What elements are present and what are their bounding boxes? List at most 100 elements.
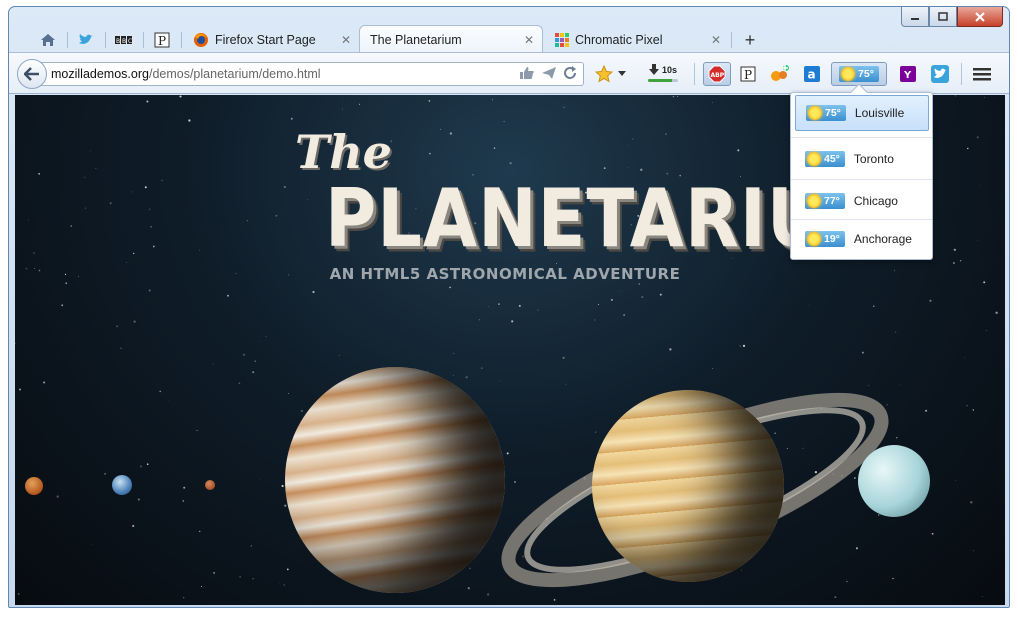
star <box>985 330 987 331</box>
back-button[interactable] <box>17 59 47 89</box>
minimize-icon <box>911 17 919 20</box>
pinned-tab-bbc[interactable]: BBC <box>107 27 141 53</box>
svg-text:ABP: ABP <box>711 72 725 79</box>
star <box>979 185 981 187</box>
star <box>553 599 556 601</box>
star <box>610 298 613 301</box>
new-tab-button[interactable]: + <box>733 27 767 53</box>
download-progress-fill <box>648 79 672 82</box>
star <box>85 207 86 209</box>
bookmarks-menu-button[interactable] <box>615 63 629 85</box>
star <box>132 524 135 528</box>
weather-item-toronto[interactable]: 45° Toronto <box>795 141 929 177</box>
star <box>283 185 286 189</box>
star <box>227 294 229 297</box>
puzzle-icon <box>771 65 789 81</box>
back-arrow-icon <box>24 67 39 81</box>
star <box>478 319 481 321</box>
star <box>200 585 203 587</box>
maximize-icon <box>938 11 948 21</box>
toolbar-separator <box>694 63 695 85</box>
star <box>339 354 340 356</box>
like-icon[interactable] <box>519 66 535 80</box>
star <box>254 360 257 363</box>
svg-text:Y: Y <box>903 70 912 81</box>
pinned-tab-pocket[interactable]: P <box>145 27 179 53</box>
star <box>126 261 127 263</box>
star <box>995 311 998 314</box>
bookmark-star-button[interactable] <box>593 63 615 85</box>
close-tab-icon[interactable]: ✕ <box>341 33 351 47</box>
sun-icon <box>841 67 856 81</box>
weather-button[interactable]: 75° <box>831 62 887 86</box>
amazon-button[interactable]: a <box>801 63 823 85</box>
pocket-button[interactable]: P <box>737 63 759 85</box>
amazon-icon: a <box>804 66 820 82</box>
star <box>977 240 979 242</box>
pinned-tab-home[interactable] <box>31 27 65 53</box>
star <box>518 304 521 307</box>
star <box>440 128 441 130</box>
star <box>133 252 135 255</box>
star <box>976 136 979 139</box>
star <box>449 132 453 135</box>
close-tab-icon[interactable]: ✕ <box>711 33 721 47</box>
pin-separator <box>143 32 144 48</box>
twitter-button[interactable] <box>929 63 951 85</box>
star <box>467 587 470 590</box>
star <box>168 399 170 401</box>
star <box>146 100 149 103</box>
star <box>429 152 431 155</box>
star <box>104 472 107 475</box>
yahoo-button[interactable]: Y <box>897 63 919 85</box>
weather-dropdown: 75° Louisville 45° Toronto 77° Chicago 1… <box>790 83 933 260</box>
star <box>955 480 957 481</box>
star <box>972 550 975 552</box>
star <box>131 191 133 193</box>
saturn-planet[interactable] <box>592 390 784 582</box>
weather-item-anchorage[interactable]: 19° Anchorage <box>795 221 929 257</box>
star <box>213 572 215 574</box>
svg-text:B: B <box>116 38 120 45</box>
addon-puzzle-button[interactable] <box>769 63 791 85</box>
mars-planet[interactable] <box>205 480 215 490</box>
tab-planetarium[interactable]: The Planetarium ✕ <box>359 25 543 53</box>
weather-item-louisville[interactable]: 75° Louisville <box>795 95 929 131</box>
close-tab-icon[interactable]: ✕ <box>524 33 534 47</box>
share-icon[interactable] <box>541 66 557 80</box>
jupiter-planet[interactable] <box>285 367 505 593</box>
star <box>95 167 97 169</box>
star <box>712 368 713 369</box>
reload-icon[interactable] <box>563 66 577 80</box>
star <box>183 597 185 599</box>
star <box>487 306 489 307</box>
star <box>498 303 500 305</box>
url-bar[interactable]: mozillademos.org/demos/planetarium/demo.… <box>39 62 584 86</box>
earth-planet[interactable] <box>112 475 132 495</box>
svg-text:a: a <box>808 68 816 82</box>
star <box>967 147 969 150</box>
star <box>70 225 72 227</box>
tab-chromatic-pixel[interactable]: Chromatic Pixel ✕ <box>545 27 729 53</box>
mercury-planet[interactable] <box>25 477 43 495</box>
star <box>290 117 293 120</box>
weather-city: Toronto <box>853 152 894 166</box>
star <box>133 320 136 323</box>
menu-button[interactable] <box>971 63 993 85</box>
star <box>834 596 837 599</box>
dropdown-separator <box>791 179 932 180</box>
pinned-tab-twitter[interactable] <box>69 27 103 53</box>
adblock-button[interactable]: ABP <box>703 62 731 86</box>
star <box>181 113 183 115</box>
downloads-button[interactable]: 10s <box>646 63 680 85</box>
pocket-icon: P <box>154 32 170 48</box>
star <box>137 498 141 501</box>
uranus-planet[interactable] <box>858 445 930 517</box>
tab-separator <box>731 32 732 48</box>
star <box>603 167 606 170</box>
star <box>563 106 565 108</box>
weather-item-chicago[interactable]: 77° Chicago <box>795 183 929 219</box>
star <box>188 119 191 122</box>
tab-firefox-start[interactable]: Firefox Start Page ✕ <box>183 27 359 53</box>
page-subtitle: AN HTML5 ASTRONOMICAL ADVENTURE <box>329 265 681 283</box>
